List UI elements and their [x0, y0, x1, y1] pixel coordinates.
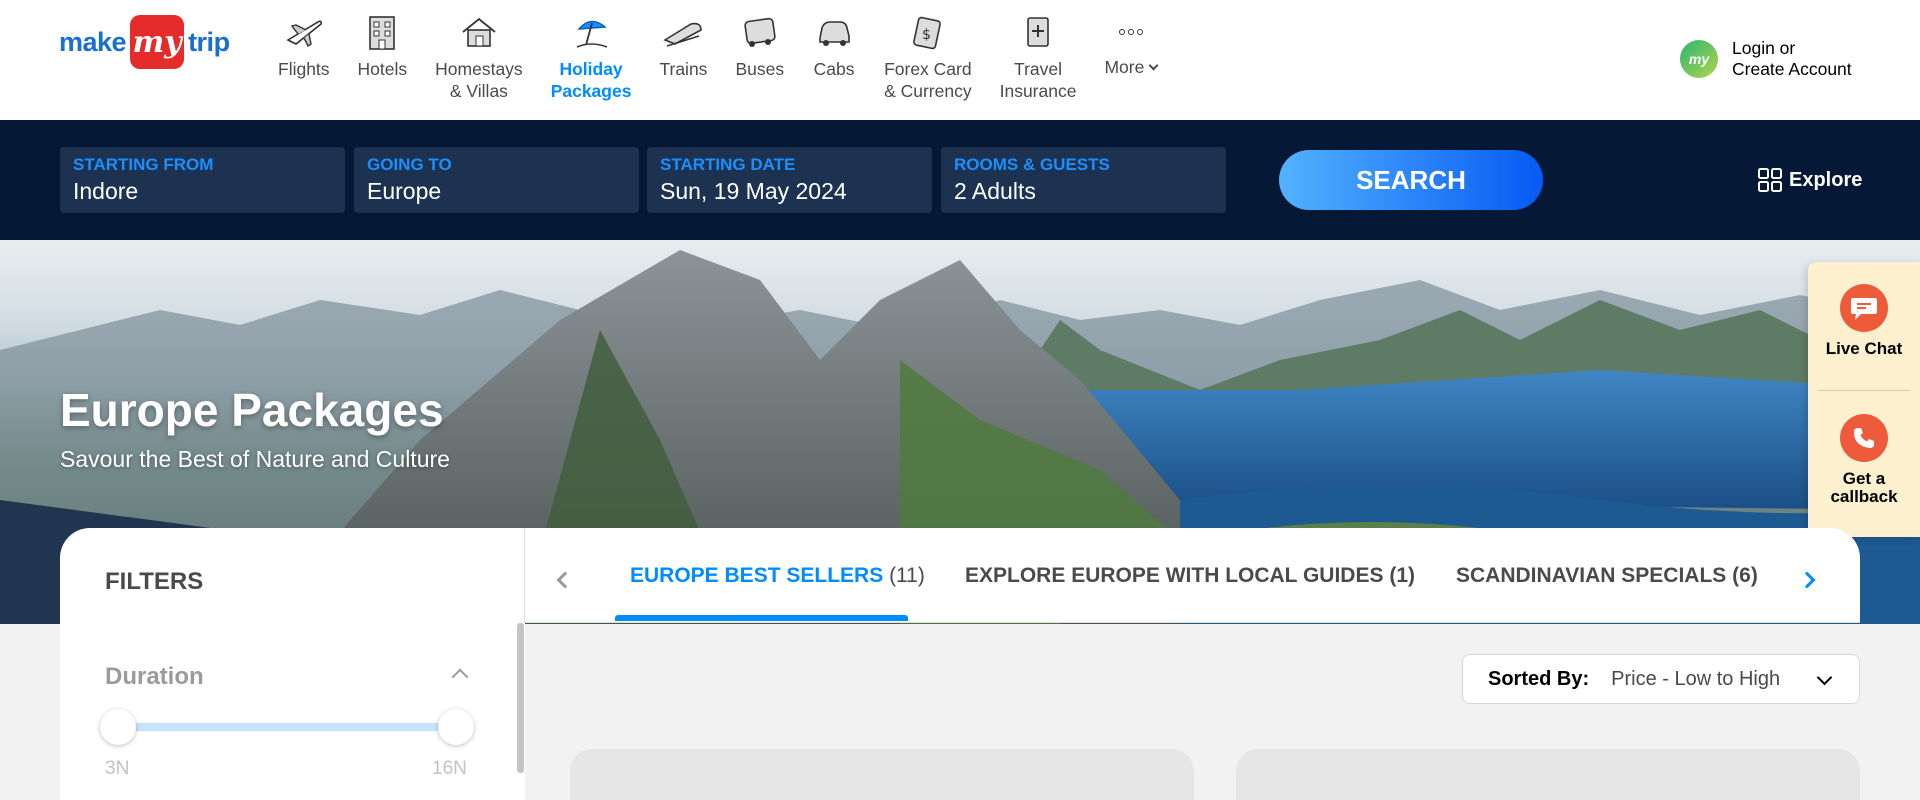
- filter-scrollbar[interactable]: [517, 623, 524, 773]
- going-to-field[interactable]: GOING TO Europe: [354, 147, 639, 213]
- makemytrip-logo[interactable]: make my trip: [59, 14, 230, 70]
- active-tab-indicator: [615, 615, 908, 621]
- filters-title: FILTERS: [105, 568, 204, 595]
- package-card-placeholder[interactable]: [570, 749, 1194, 800]
- live-chat-label: Live Chat: [1825, 339, 1903, 358]
- hotel-icon: [360, 10, 404, 54]
- nav-trains[interactable]: Trains: [645, 10, 721, 102]
- flight-icon: [282, 10, 326, 54]
- search-button[interactable]: SEARCH: [1279, 150, 1543, 210]
- nav-forex[interactable]: $ Forex Card & Currency: [870, 10, 986, 102]
- nav-label: Forex Card & Currency: [884, 59, 972, 101]
- logo-word-make: make: [59, 26, 127, 57]
- login-text: Login or Create Account: [1732, 38, 1852, 80]
- category-tabs: EUROPE BEST SELLERS (11) EXPLORE EUROPE …: [525, 528, 1860, 623]
- holiday-package-icon: [569, 10, 613, 54]
- nav-label: Trains: [659, 59, 708, 79]
- duration-filter-title: Duration: [105, 663, 204, 690]
- logo-my-badge: my: [130, 15, 185, 69]
- page-subtitle: Savour the Best of Nature and Culture: [60, 446, 450, 472]
- phone-icon: [1840, 414, 1888, 462]
- duration-slider-min-handle[interactable]: [100, 709, 136, 745]
- explore-label: Explore: [1789, 168, 1863, 191]
- help-widget: Live Chat Get a callback: [1808, 262, 1920, 537]
- logo-word-trip: trip: [188, 26, 230, 57]
- sort-value: Price - Low to High: [1611, 667, 1781, 690]
- chevron-down-icon: [1148, 60, 1159, 71]
- nav-hotels[interactable]: Hotels: [344, 10, 422, 102]
- tabs-next-arrow-icon[interactable]: [1798, 571, 1816, 589]
- tab-europe-best-sellers[interactable]: EUROPE BEST SELLERS (11): [630, 564, 925, 588]
- nav-holiday-packages[interactable]: Holiday Packages: [537, 10, 646, 102]
- filter-panel: Duration 3N 16N: [60, 623, 525, 800]
- forex-icon: $: [906, 10, 950, 54]
- duration-slider-max-handle[interactable]: [438, 709, 474, 745]
- package-card-placeholder[interactable]: [1236, 749, 1860, 800]
- nav-cabs[interactable]: Cabs: [798, 10, 870, 102]
- svg-text:$: $: [922, 27, 931, 43]
- tab-scandinavian-specials[interactable]: SCANDINAVIAN SPECIALS (6): [1456, 564, 1758, 588]
- explore-button[interactable]: Explore: [1757, 167, 1862, 193]
- main-nav: Flights Hotels Homestays & Villas Holida…: [264, 10, 1171, 102]
- duration-slider-track[interactable]: [118, 723, 448, 731]
- nav-label: More: [1104, 56, 1159, 78]
- page-title: Europe Packages: [60, 384, 444, 436]
- avatar: my: [1680, 40, 1718, 78]
- field-label: STARTING FROM: [73, 155, 214, 174]
- search-bar: STARTING FROM Indore GOING TO Europe STA…: [0, 120, 1920, 240]
- sort-dropdown[interactable]: Sorted By: Price - Low to High: [1462, 654, 1860, 704]
- cab-icon: [812, 10, 856, 54]
- live-chat-button[interactable]: Live Chat: [1808, 284, 1920, 358]
- field-value: Europe: [367, 178, 442, 204]
- nav-more[interactable]: More: [1090, 10, 1171, 102]
- nav-label: Homestays & Villas: [435, 59, 523, 101]
- field-label: STARTING DATE: [660, 155, 796, 174]
- train-icon: [661, 10, 705, 54]
- sort-label: Sorted By:: [1488, 667, 1590, 690]
- login-button[interactable]: my Login or Create Account: [1680, 38, 1852, 80]
- top-header: make my trip Flights Hotels Homestays & …: [0, 0, 1920, 120]
- callback-button[interactable]: Get a callback: [1808, 414, 1920, 506]
- nav-flights[interactable]: Flights: [264, 10, 344, 102]
- chevron-down-icon: [1816, 669, 1833, 686]
- field-value: Indore: [73, 178, 139, 204]
- tab-explore-europe-local-guides[interactable]: EXPLORE EUROPE WITH LOCAL GUIDES (1): [965, 564, 1415, 588]
- nav-label: Flights: [278, 59, 330, 79]
- login-line-1: Login or: [1732, 38, 1796, 58]
- starting-date-field[interactable]: STARTING DATE Sun, 19 May 2024: [647, 147, 932, 213]
- starting-from-field[interactable]: STARTING FROM Indore: [60, 147, 345, 213]
- nav-homestays[interactable]: Homestays & Villas: [421, 10, 537, 102]
- login-line-2: Create Account: [1732, 59, 1852, 79]
- duration-min-label: 3N: [105, 758, 130, 779]
- nav-label: Travel Insurance: [999, 59, 1077, 101]
- duration-max-label: 16N: [432, 758, 467, 779]
- rooms-guests-field[interactable]: ROOMS & GUESTS 2 Adults: [941, 147, 1226, 213]
- nav-buses[interactable]: Buses: [721, 10, 798, 102]
- nav-insurance[interactable]: Travel Insurance: [986, 10, 1091, 102]
- callback-label: Get a callback: [1830, 469, 1898, 506]
- chat-icon: [1840, 284, 1888, 332]
- nav-label: Cabs: [813, 59, 855, 79]
- nav-label: Buses: [735, 59, 785, 79]
- bus-icon: [738, 10, 782, 54]
- more-icon: [1109, 10, 1153, 54]
- help-divider: [1818, 390, 1910, 391]
- field-label: ROOMS & GUESTS: [954, 155, 1110, 174]
- nav-label: Hotels: [357, 59, 408, 79]
- nav-label: Holiday Packages: [550, 59, 632, 101]
- grid-icon: [1758, 168, 1782, 192]
- tabs-prev-arrow-icon[interactable]: [556, 571, 574, 589]
- field-value: 2 Adults: [954, 178, 1036, 204]
- homestay-icon: [457, 10, 501, 54]
- filters-header: FILTERS: [60, 528, 525, 623]
- insurance-icon: [1016, 10, 1060, 54]
- chevron-up-icon[interactable]: [451, 668, 469, 686]
- field-label: GOING TO: [367, 155, 452, 174]
- field-value: Sun, 19 May 2024: [660, 178, 847, 204]
